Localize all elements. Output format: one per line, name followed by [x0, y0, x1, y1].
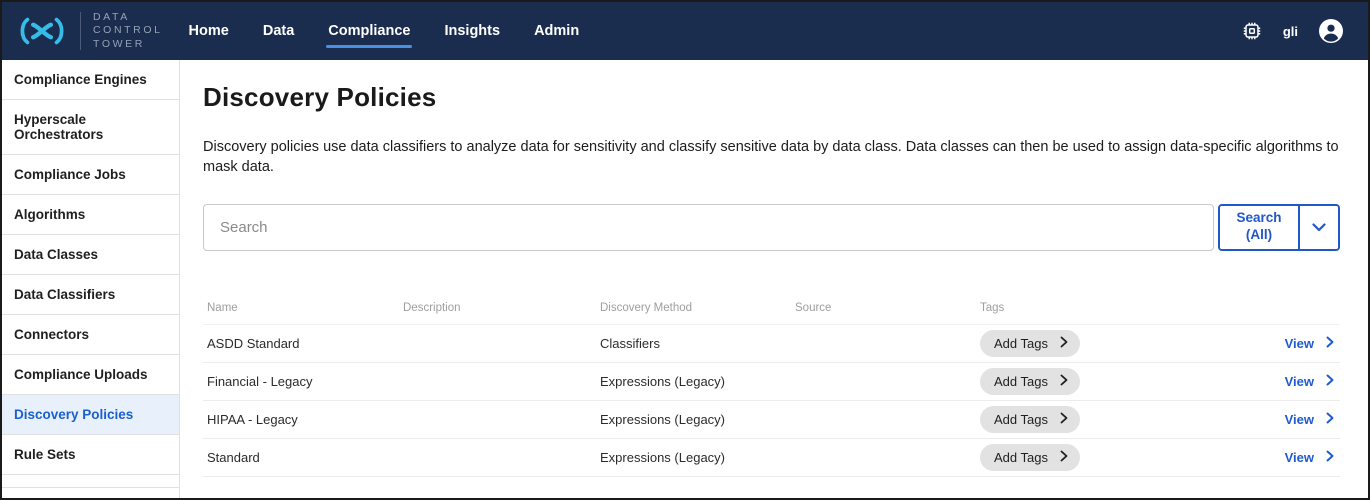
cell-view: View — [1248, 336, 1340, 351]
page-title: Discovery Policies — [203, 82, 1340, 113]
sidebar-item-connectors[interactable]: Connectors — [2, 315, 179, 355]
cell-tags: Add Tags — [980, 368, 1248, 395]
app-window: DATA CONTROL TOWER Home Data Compliance … — [0, 0, 1370, 500]
cell-tags: Add Tags — [980, 406, 1248, 433]
chevron-right-icon — [1060, 374, 1068, 389]
add-tags-button[interactable]: Add Tags — [980, 444, 1080, 471]
brand-name: DATA CONTROL TOWER — [93, 11, 163, 52]
sidebar-item-discovery-policies[interactable]: Discovery Policies — [2, 395, 179, 435]
page-description: Discovery policies use data classifiers … — [203, 137, 1340, 178]
sidebar-item-hyperscale-orchestrators[interactable]: Hyperscale Orchestrators — [2, 100, 179, 155]
cell-name: Financial - Legacy — [207, 374, 403, 389]
chevron-right-icon — [1326, 450, 1334, 465]
search-bar: Search (All) — [203, 204, 1340, 251]
sidebar-bottom-divider — [2, 487, 179, 498]
view-link[interactable]: View — [1285, 336, 1334, 351]
cell-tags: Add Tags — [980, 330, 1248, 357]
top-navbar: DATA CONTROL TOWER Home Data Compliance … — [2, 2, 1368, 60]
brand-divider — [80, 12, 81, 50]
sidebar-spacer — [2, 475, 179, 487]
add-tags-button[interactable]: Add Tags — [980, 330, 1080, 357]
cell-tags: Add Tags — [980, 444, 1248, 471]
table-header-row: Name Description Discovery Method Source… — [203, 293, 1340, 325]
nav-item-data[interactable]: Data — [263, 2, 294, 60]
search-all-button[interactable]: Search (All) — [1220, 206, 1300, 249]
cell-discovery-method: Classifiers — [600, 336, 795, 351]
column-header: Source — [795, 302, 980, 314]
search-button-group: Search (All) — [1218, 204, 1340, 251]
table-body: ASDD Standard Classifiers Add Tags View … — [203, 325, 1340, 477]
topbar-right: gli — [1241, 18, 1344, 44]
cell-view: View — [1248, 412, 1340, 427]
chevron-down-icon — [1312, 220, 1326, 235]
table-row: ASDD Standard Classifiers Add Tags View — [203, 325, 1340, 363]
cell-discovery-method: Expressions (Legacy) — [600, 374, 795, 389]
add-tags-button[interactable]: Add Tags — [980, 368, 1080, 395]
sidebar-item-data-classifiers[interactable]: Data Classifiers — [2, 275, 179, 315]
sidebar-item-algorithms[interactable]: Algorithms — [2, 195, 179, 235]
policies-table: Name Description Discovery Method Source… — [203, 293, 1340, 477]
column-header: Discovery Method — [600, 302, 795, 314]
table-row: Financial - Legacy Expressions (Legacy) … — [203, 363, 1340, 401]
search-scope-dropdown[interactable] — [1300, 206, 1338, 249]
column-header: Name — [207, 302, 403, 314]
primary-nav: Home Data Compliance Insights Admin — [189, 2, 580, 60]
cell-name: Standard — [207, 450, 403, 465]
nav-item-compliance[interactable]: Compliance — [328, 2, 410, 60]
nav-item-home[interactable]: Home — [189, 2, 229, 60]
chevron-right-icon — [1326, 412, 1334, 427]
chevron-right-icon — [1060, 336, 1068, 351]
sidebar-item-compliance-jobs[interactable]: Compliance Jobs — [2, 155, 179, 195]
view-link[interactable]: View — [1285, 374, 1334, 389]
column-header: Tags — [980, 302, 1248, 314]
username: gli — [1283, 24, 1298, 39]
cell-view: View — [1248, 374, 1340, 389]
cell-discovery-method: Expressions (Legacy) — [600, 450, 795, 465]
main-content: Discovery Policies Discovery policies us… — [180, 60, 1368, 498]
view-link[interactable]: View — [1285, 412, 1334, 427]
sidebar-item-compliance-uploads[interactable]: Compliance Uploads — [2, 355, 179, 395]
dct-logo-icon — [16, 15, 68, 47]
cell-name: HIPAA - Legacy — [207, 412, 403, 427]
api-chip-icon[interactable] — [1241, 20, 1263, 42]
sidebar-item-data-classes[interactable]: Data Classes — [2, 235, 179, 275]
chevron-right-icon — [1326, 336, 1334, 351]
sidebar-item-rule-sets[interactable]: Rule Sets — [2, 435, 179, 475]
view-link[interactable]: View — [1285, 450, 1334, 465]
sidebar: Compliance Engines Hyperscale Orchestrat… — [2, 60, 180, 498]
brand: DATA CONTROL TOWER — [16, 11, 163, 52]
cell-view: View — [1248, 450, 1340, 465]
chevron-right-icon — [1326, 374, 1334, 389]
add-tags-button[interactable]: Add Tags — [980, 406, 1080, 433]
sidebar-item-compliance-engines[interactable]: Compliance Engines — [2, 60, 179, 100]
search-input[interactable] — [203, 204, 1214, 251]
user-avatar[interactable] — [1318, 18, 1344, 44]
table-row: Standard Expressions (Legacy) Add Tags V… — [203, 439, 1340, 477]
nav-item-insights[interactable]: Insights — [444, 2, 500, 60]
cell-discovery-method: Expressions (Legacy) — [600, 412, 795, 427]
nav-item-admin[interactable]: Admin — [534, 2, 579, 60]
table-row: HIPAA - Legacy Expressions (Legacy) Add … — [203, 401, 1340, 439]
column-header: Description — [403, 302, 600, 314]
chevron-right-icon — [1060, 412, 1068, 427]
cell-name: ASDD Standard — [207, 336, 403, 351]
chevron-right-icon — [1060, 450, 1068, 465]
